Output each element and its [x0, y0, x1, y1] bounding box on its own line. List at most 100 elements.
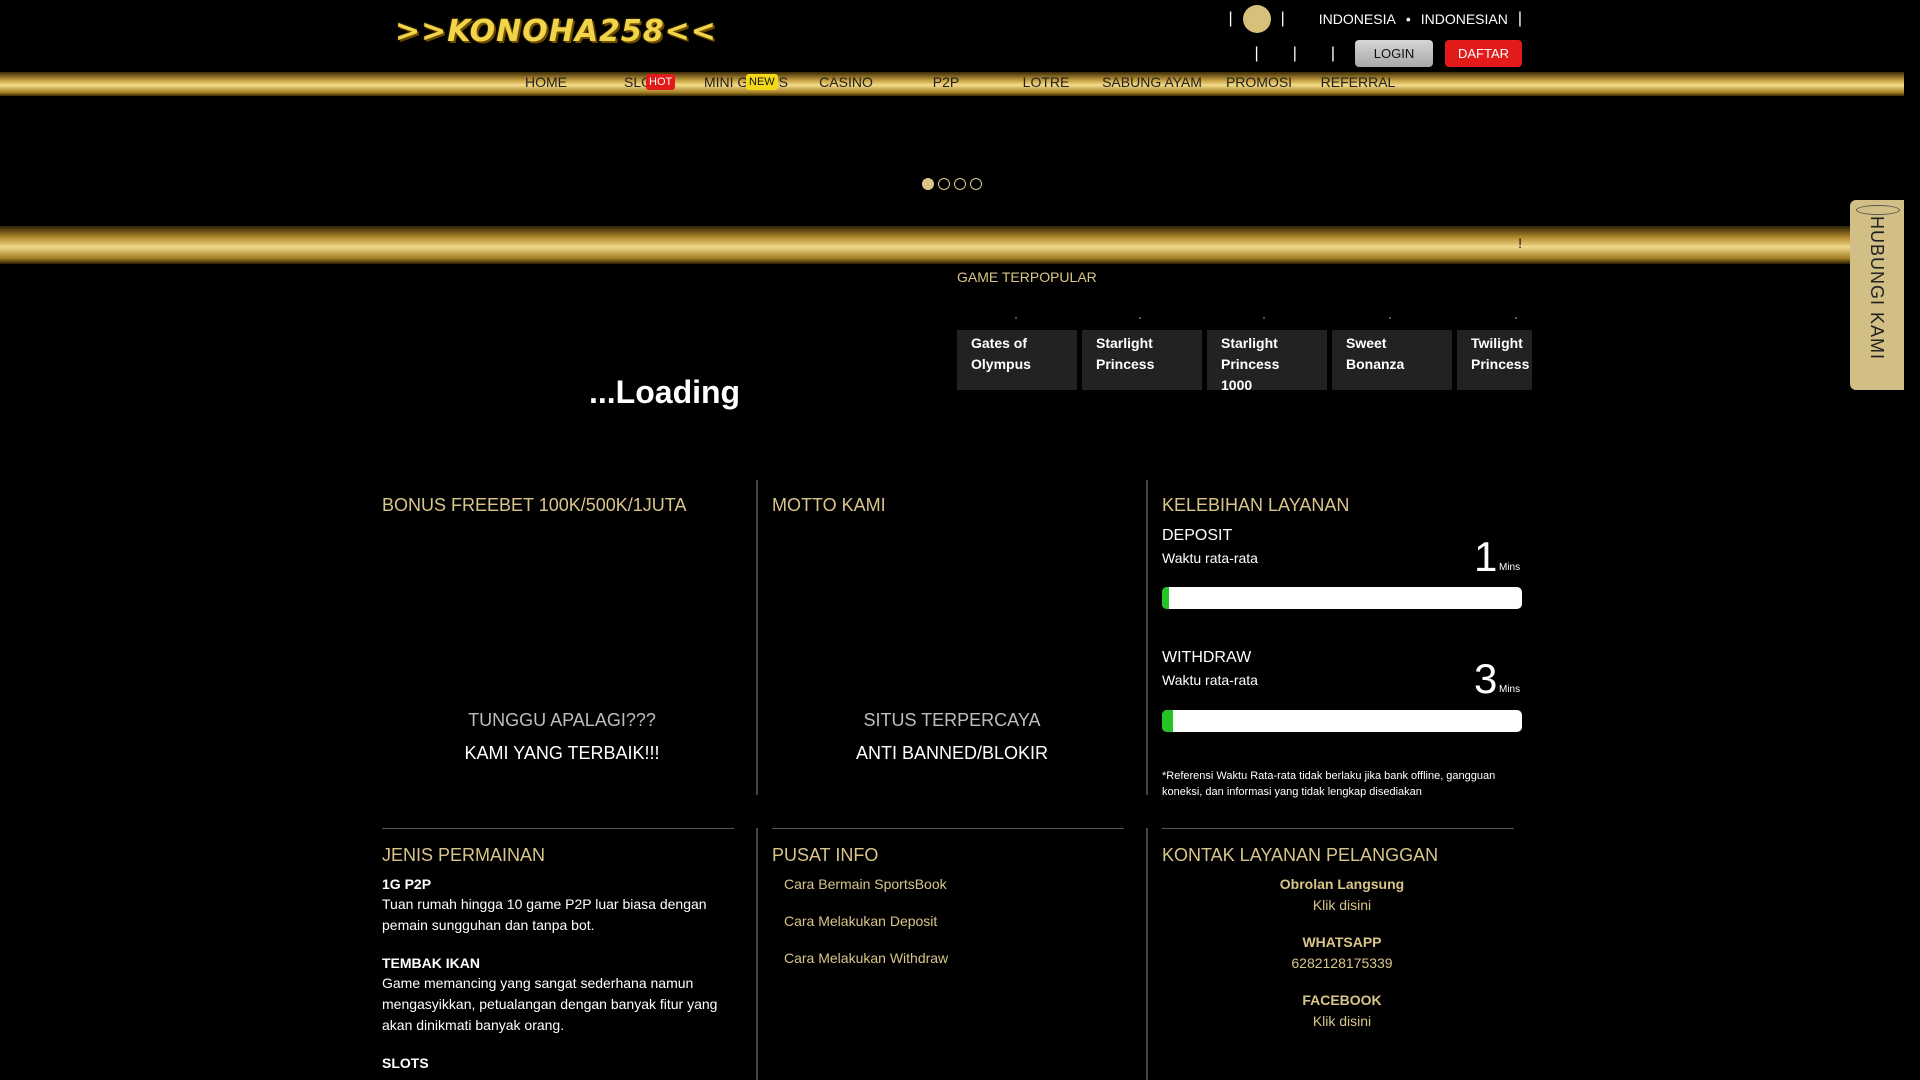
carousel-dots — [922, 178, 982, 190]
game-name: Twilight — [1471, 335, 1523, 351]
nav-sabung-ayam[interactable]: SABUNG AYAM — [1100, 74, 1204, 94]
divider: | — [1517, 10, 1522, 27]
game-type-name: 1G P2P — [382, 876, 432, 892]
game-name: Starlight — [1221, 335, 1278, 351]
game-name: Starlight — [1096, 335, 1153, 351]
popular-games-title: GAME TERPOPULAR — [957, 269, 1097, 285]
language-flag-icon[interactable] — [1242, 5, 1271, 33]
live-chat-heading: Obrolan Langsung — [1279, 876, 1405, 892]
whatsapp-number[interactable]: 6282128175339 — [1162, 955, 1522, 971]
chat-bubble-icon — [1856, 205, 1900, 215]
language-region[interactable]: INDONESIA — [1319, 11, 1396, 27]
site-logo[interactable]: >>KONOHA258<< — [395, 14, 717, 49]
bullet-icon: • — [1405, 11, 1411, 27]
column-divider — [756, 480, 758, 795]
game-card[interactable]: Starlight Princess 1000 — [1207, 330, 1327, 390]
main-nav: HOME SLOTS HOT MINI GAMES NEW CASINO P2P… — [0, 72, 1904, 96]
game-type-name: SLOTS — [382, 1055, 429, 1071]
divider: | — [1228, 10, 1233, 27]
game-name: Olympus — [971, 356, 1031, 372]
bonus-line-1: TUNGGU APALAGI??? — [468, 710, 656, 730]
section-divider — [382, 828, 734, 829]
service-title: KELEBIHAN LAYANAN — [1162, 495, 1350, 515]
game-thumb-marker — [1515, 317, 1517, 319]
carousel-dot-1[interactable] — [922, 178, 934, 190]
game-name: Bonanza — [1346, 356, 1405, 372]
carousel-dot-3[interactable] — [954, 178, 966, 190]
withdraw-progress-bar — [1162, 710, 1522, 732]
deposit-label: DEPOSIT — [1162, 527, 1233, 544]
game-card[interactable]: Gates of Olympus — [957, 330, 1077, 390]
divider: | — [1292, 44, 1297, 62]
announcement-bar: ! — [0, 226, 1904, 264]
divider: | — [1330, 44, 1335, 62]
header-dividers: | | | — [1255, 45, 1335, 63]
motto-line-1: SITUS TERPERCAYA — [863, 710, 1041, 730]
game-card[interactable]: Sweet Bonanza — [1332, 330, 1452, 390]
deposit-unit: Mins — [1499, 562, 1521, 573]
language-name[interactable]: INDONESIAN — [1421, 11, 1508, 27]
game-thumb-marker — [1263, 317, 1265, 319]
deposit-time: 1 — [1474, 533, 1498, 580]
game-type-desc: Tuan rumah hingga 10 game P2P luar biasa… — [382, 896, 707, 933]
hero-banner[interactable] — [0, 96, 1904, 226]
popular-games-list: Gates of Olympus Starlight Princess Star… — [957, 300, 1532, 390]
game-name: Sweet — [1346, 335, 1387, 351]
carousel-dot-2[interactable] — [938, 178, 950, 190]
live-chat-link[interactable]: Klik disini — [1162, 897, 1522, 913]
customer-service-title: KONTAK LAYANAN PELANGGAN — [1162, 845, 1439, 865]
new-badge: NEW — [746, 74, 778, 90]
info-center-title: PUSAT INFO — [772, 845, 879, 865]
nav-promosi[interactable]: PROMOSI — [1222, 74, 1296, 94]
game-name: Princess — [1471, 356, 1530, 372]
game-types-title: JENIS PERMAINAN — [382, 845, 546, 865]
deposit-progress-bar — [1162, 587, 1522, 609]
withdraw-unit: Mins — [1499, 684, 1521, 695]
nav-referral[interactable]: REFERRAL — [1316, 74, 1400, 94]
register-button[interactable]: DAFTAR — [1445, 40, 1522, 67]
motto-line-2: ANTI BANNED/BLOKIR — [855, 743, 1049, 763]
jackpot-loading: ...Loading — [589, 374, 741, 410]
section-divider — [1162, 828, 1514, 829]
nav-p2p[interactable]: P2P — [916, 74, 976, 94]
deposit-sub: Waktu rata-rata — [1162, 550, 1258, 566]
bonus-title: BONUS FREEBET 100K/500K/1JUTA — [382, 495, 687, 515]
game-card[interactable]: Twilight Princess — [1457, 330, 1532, 390]
game-name: Gates of — [971, 335, 1028, 351]
announcement-text: ! — [1518, 235, 1522, 251]
nav-casino[interactable]: CASINO — [812, 74, 880, 94]
game-thumb-marker — [1389, 317, 1391, 319]
facebook-heading: FACEBOOK — [1302, 992, 1382, 1008]
site-header: >>KONOHA258<< | | INDONESIA • INDONESIAN… — [0, 0, 1904, 72]
info-link-sportsbook[interactable]: Cara Bermain SportsBook — [784, 876, 947, 892]
column-divider — [1146, 828, 1148, 1080]
info-link-withdraw[interactable]: Cara Melakukan Withdraw — [784, 950, 948, 966]
contact-us-label: HUBUNGI KAMI — [1867, 216, 1887, 361]
divider: | — [1280, 10, 1285, 27]
game-name: Princess — [1096, 356, 1155, 372]
nav-home[interactable]: HOME — [516, 74, 576, 94]
contact-us-tab[interactable]: HUBUNGI KAMI — [1850, 200, 1904, 390]
divider: | — [1254, 44, 1259, 62]
game-name: 1000 — [1221, 377, 1253, 390]
top-utility-bar: | | INDONESIA • INDONESIAN | — [1228, 5, 1522, 33]
auth-row: | | | LOGIN DAFTAR — [1255, 40, 1522, 67]
facebook-link[interactable]: Klik disini — [1162, 1013, 1522, 1029]
info-link-deposit[interactable]: Cara Melakukan Deposit — [784, 913, 937, 929]
withdraw-time: 3 — [1474, 655, 1498, 702]
game-card[interactable]: Starlight Princess — [1082, 330, 1202, 390]
game-thumb-marker — [1139, 317, 1141, 319]
deposit-progress-fill — [1162, 587, 1170, 609]
section-divider — [772, 828, 1124, 829]
column-divider — [1146, 480, 1148, 795]
carousel-dot-4[interactable] — [970, 178, 982, 190]
game-name: Princess — [1221, 356, 1280, 372]
bonus-line-2: KAMI YANG TERBAIK!!! — [464, 743, 660, 763]
game-type-name: TEMBAK IKAN — [382, 955, 480, 971]
service-note: *Referensi Waktu Rata-rata tidak berlaku… — [1162, 770, 1496, 798]
nav-lotre[interactable]: LOTRE — [1016, 74, 1076, 94]
column-divider — [756, 828, 758, 1080]
withdraw-sub: Waktu rata-rata — [1162, 672, 1258, 688]
game-type-desc: Game memancing yang sangat sederhana nam… — [382, 975, 718, 1033]
login-button[interactable]: LOGIN — [1355, 40, 1433, 67]
